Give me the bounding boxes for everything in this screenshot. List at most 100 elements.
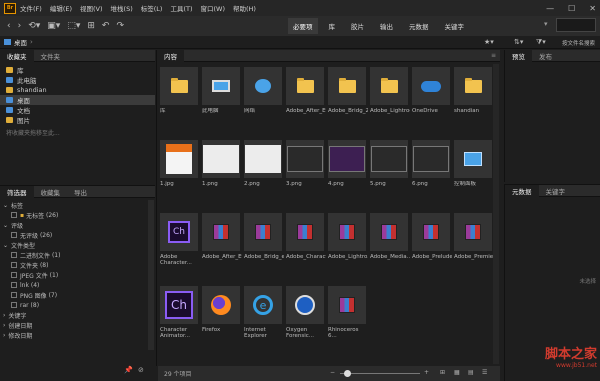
- filter-section-filetype[interactable]: ⌄ 文件类型: [3, 240, 152, 250]
- grid-view-icon[interactable]: ⊞: [440, 369, 445, 376]
- favorite-item-documents[interactable]: 文档: [0, 105, 155, 115]
- thumbnail-item[interactable]: [244, 140, 282, 178]
- favorite-item-desktop[interactable]: 桌面: [0, 95, 155, 105]
- thumbnail-item[interactable]: [286, 286, 324, 324]
- rotate-left-icon[interactable]: ↶: [102, 21, 110, 31]
- tab-keywords[interactable]: 关键字: [539, 185, 573, 197]
- menu-label[interactable]: 标签(L): [141, 3, 163, 13]
- checkbox[interactable]: [11, 292, 17, 298]
- thumbnail-item[interactable]: [328, 67, 366, 105]
- filter-section-keywords[interactable]: › 关键字: [3, 310, 152, 320]
- filter-section-created[interactable]: › 创建日期: [3, 320, 152, 330]
- thumbnail-item[interactable]: [328, 286, 366, 324]
- checkbox[interactable]: [11, 232, 17, 238]
- close-icon[interactable]: ✕: [589, 4, 596, 13]
- zoom-slider[interactable]: [340, 373, 420, 374]
- checkbox[interactable]: [11, 272, 17, 278]
- workspace-essentials[interactable]: 必要项: [288, 18, 318, 34]
- search-input[interactable]: [556, 18, 596, 32]
- scrollbar[interactable]: [493, 64, 499, 364]
- zoom-in-icon[interactable]: +: [424, 369, 429, 376]
- favorite-item-library[interactable]: 库: [0, 65, 155, 75]
- thumbnail-item[interactable]: [202, 140, 240, 178]
- refine-icon[interactable]: ⬚▾: [67, 21, 80, 31]
- filter-item[interactable]: 无评级 (26): [3, 230, 152, 240]
- menu-help[interactable]: 帮助(H): [233, 3, 256, 13]
- forward-icon[interactable]: ›: [18, 21, 22, 31]
- thumbnail-item[interactable]: [328, 140, 366, 178]
- filter-section-modified[interactable]: › 修改日期: [3, 330, 152, 340]
- open-icon[interactable]: ⊞: [87, 21, 95, 31]
- thumbnail-item[interactable]: [370, 213, 408, 251]
- thumbnail-item[interactable]: [202, 213, 240, 251]
- clear-filter-icon[interactable]: ⊘: [138, 366, 144, 374]
- tab-preview[interactable]: 预览: [505, 49, 532, 62]
- filter-item[interactable]: lnk (4): [3, 280, 152, 290]
- workspace-library[interactable]: 库: [324, 18, 341, 34]
- filter-item[interactable]: 二进制文件 (1): [3, 250, 152, 260]
- panel-menu-icon[interactable]: ≡: [491, 52, 496, 59]
- favorite-item-thispc[interactable]: 此电脑: [0, 75, 155, 85]
- menu-file[interactable]: 文件(F): [20, 3, 42, 13]
- tab-collections[interactable]: 收藏集: [34, 186, 68, 198]
- zoom-out-icon[interactable]: −: [330, 369, 335, 376]
- tab-favorites[interactable]: 收藏夹: [0, 49, 34, 62]
- breadcrumb[interactable]: 桌面: [14, 37, 27, 47]
- filter-item[interactable]: rar (8): [3, 300, 152, 310]
- workspace-keywords[interactable]: 关键字: [440, 18, 470, 34]
- workspace-metadata[interactable]: 元数据: [404, 18, 434, 34]
- thumbnail-item[interactable]: [412, 67, 450, 105]
- tab-filter[interactable]: 筛选器: [0, 185, 34, 198]
- sort-label[interactable]: 按文件名搜索: [562, 39, 595, 47]
- minimize-icon[interactable]: —: [546, 4, 554, 13]
- thumbnail-item[interactable]: [286, 67, 324, 105]
- tab-content[interactable]: 内容: [157, 49, 184, 62]
- thumbnail-item[interactable]: [286, 140, 324, 178]
- thumbnail-item[interactable]: Ch: [160, 286, 198, 324]
- filter-item[interactable]: ▪ 无标签 (26): [3, 210, 152, 220]
- pin-icon[interactable]: 📌: [124, 366, 133, 374]
- favorite-item-pictures[interactable]: 图片: [0, 115, 155, 125]
- thumbnail-item[interactable]: [370, 67, 408, 105]
- filter-section-labels[interactable]: ⌄ 标签: [3, 200, 152, 210]
- menu-view[interactable]: 视图(V): [80, 3, 103, 13]
- checkbox[interactable]: [11, 282, 17, 288]
- thumbnail-item[interactable]: [202, 67, 240, 105]
- checkbox[interactable]: [11, 212, 17, 218]
- thumbnail-item[interactable]: Ch: [160, 213, 198, 251]
- thumbnail-item[interactable]: [454, 213, 492, 251]
- filter-item[interactable]: 文件夹 (8): [3, 260, 152, 270]
- tab-export[interactable]: 导出: [67, 186, 94, 198]
- filter-item[interactable]: PNG 图像 (7): [3, 290, 152, 300]
- workspace-menu-icon[interactable]: ▾: [544, 20, 548, 28]
- menu-edit[interactable]: 编辑(E): [50, 3, 72, 13]
- tab-publish[interactable]: 发布: [532, 50, 559, 62]
- thumbnail-item[interactable]: [286, 213, 324, 251]
- details-view-icon[interactable]: ▤: [468, 369, 474, 376]
- thumbnail-item[interactable]: [160, 140, 198, 178]
- filter-icon[interactable]: ⧩▾: [536, 38, 546, 47]
- thumbnail-item[interactable]: [454, 67, 492, 105]
- menu-window[interactable]: 窗口(W): [200, 3, 225, 13]
- thumbnail-item[interactable]: [454, 140, 492, 178]
- workspace-output[interactable]: 输出: [375, 18, 398, 34]
- thumbnail-item[interactable]: [328, 213, 366, 251]
- list-view-icon[interactable]: ☰: [482, 369, 487, 376]
- filter-section-ratings[interactable]: ⌄ 评级: [3, 220, 152, 230]
- thumbnail-item[interactable]: [244, 67, 282, 105]
- maximize-icon[interactable]: ☐: [568, 4, 575, 13]
- thumbnail-view-icon[interactable]: ▦: [454, 369, 460, 376]
- camera-icon[interactable]: ▣▾: [47, 21, 60, 31]
- tab-folders[interactable]: 文件夹: [34, 50, 68, 62]
- zoom-slider-handle[interactable]: [344, 370, 351, 377]
- rotate-right-icon[interactable]: ↷: [116, 21, 124, 31]
- scrollbar[interactable]: [148, 200, 154, 350]
- checkbox[interactable]: [11, 302, 17, 308]
- tab-metadata[interactable]: 元数据: [505, 184, 539, 197]
- menu-stack[interactable]: 堆栈(S): [111, 3, 133, 13]
- thumbnail-item[interactable]: [412, 140, 450, 178]
- menu-tools[interactable]: 工具(T): [170, 3, 192, 13]
- thumbnail-item[interactable]: [412, 213, 450, 251]
- checkbox[interactable]: [11, 262, 17, 268]
- recent-icon[interactable]: ⟲▾: [28, 21, 40, 31]
